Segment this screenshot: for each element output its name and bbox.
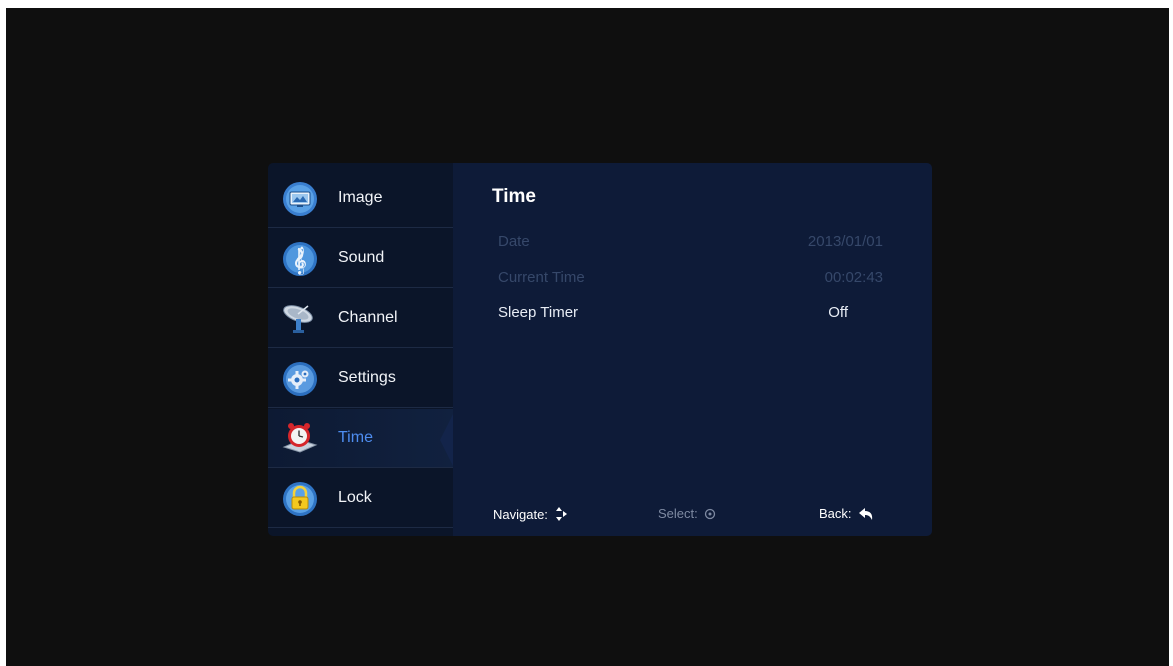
sidebar-item-channel[interactable]: Channel: [268, 289, 453, 348]
current-time-value: 00:02:43: [824, 269, 883, 286]
back-hint: Back:: [819, 506, 874, 521]
select-label: Select:: [658, 506, 698, 521]
page-title: Time: [492, 186, 537, 207]
settings-menu-panel: Image 𝄞 Sound Channel Settings Time Lock…: [268, 163, 932, 536]
sidebar-item-lock[interactable]: Lock: [268, 469, 453, 528]
sidebar-item-time[interactable]: Time: [268, 409, 453, 468]
select-hint: Select:: [658, 506, 716, 521]
sidebar-item-label: Settings: [338, 369, 396, 386]
sidebar-item-image[interactable]: Image: [268, 169, 453, 228]
tv-screen: Image 𝄞 Sound Channel Settings Time Lock…: [6, 8, 1169, 666]
date-label: Date: [498, 233, 530, 250]
sidebar-item-sound[interactable]: 𝄞 Sound: [268, 229, 453, 288]
back-arrow-icon: [858, 507, 874, 521]
footer-hints: Navigate: Select: Back:: [493, 506, 893, 526]
current-time-row: Current Time 00:02:43: [498, 269, 883, 291]
sleep-timer-label: Sleep Timer: [498, 304, 579, 321]
sound-icon: 𝄞: [282, 241, 318, 277]
navigate-hint: Navigate:: [493, 506, 568, 522]
sidebar-item-label: Image: [338, 189, 383, 206]
sidebar-item-settings[interactable]: Settings: [268, 349, 453, 408]
satellite-dish-icon: [282, 301, 318, 337]
date-row: Date 2013/01/01: [498, 233, 883, 255]
navigate-arrows-icon: [554, 506, 568, 522]
ok-button-icon: [704, 508, 716, 520]
sidebar: Image 𝄞 Sound Channel Settings Time Lock: [268, 163, 453, 536]
alarm-clock-icon: [282, 421, 318, 457]
sleep-timer-row[interactable]: Sleep Timer Off: [498, 304, 878, 326]
sidebar-item-label: Time: [338, 429, 373, 446]
back-label: Back:: [819, 506, 852, 521]
navigate-label: Navigate:: [493, 506, 548, 522]
sidebar-item-label: Lock: [338, 489, 372, 506]
image-icon: [282, 181, 318, 217]
padlock-icon: [282, 481, 318, 517]
date-value: 2013/01/01: [807, 233, 883, 250]
sidebar-item-label: Channel: [338, 309, 398, 326]
settings-gear-icon: [282, 361, 318, 397]
main-content: Time Date 2013/01/01 Current Time 00:02:…: [453, 163, 932, 536]
current-time-label: Current Time: [498, 269, 585, 286]
sleep-timer-value[interactable]: Off: [828, 304, 848, 321]
sidebar-item-label: Sound: [338, 249, 385, 266]
